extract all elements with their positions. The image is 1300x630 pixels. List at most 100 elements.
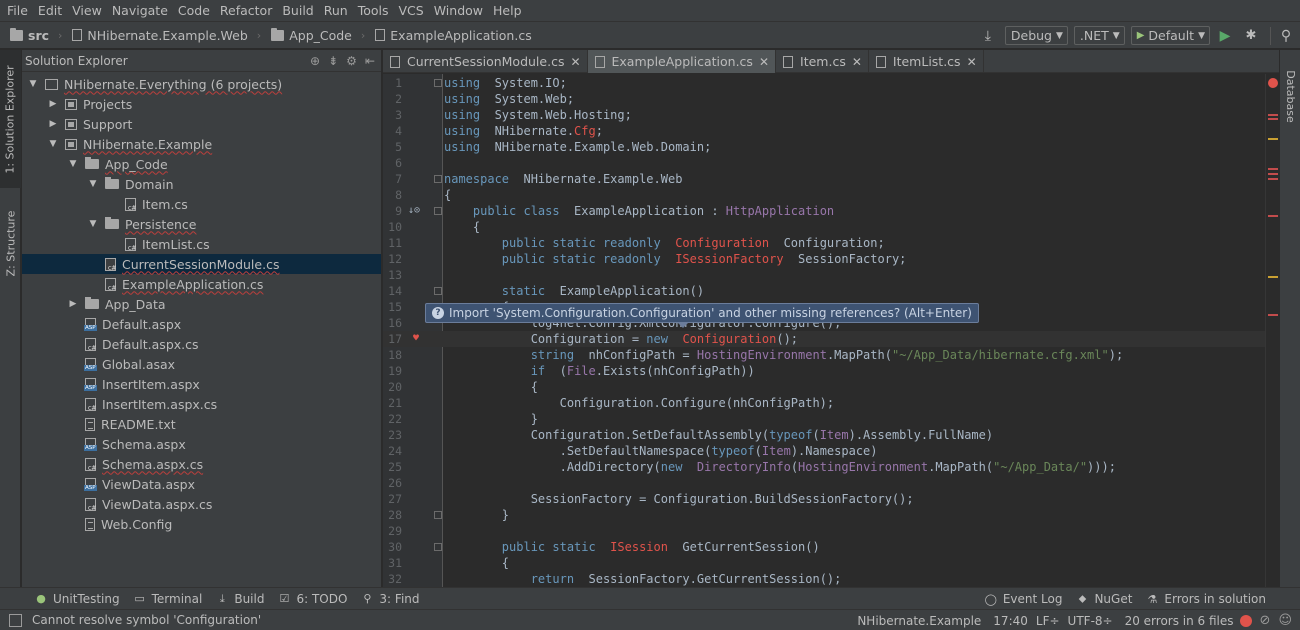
fold-marker-icon[interactable] <box>434 79 442 87</box>
code-line[interactable]: 6 <box>383 155 1279 171</box>
tree-item[interactable]: InsertItem.aspx.cs <box>22 394 381 414</box>
code-line[interactable]: 24 .SetDefaultNamespace(typeof(Item).Nam… <box>383 443 1279 459</box>
code-line[interactable]: 4 using NHibernate.Cfg; <box>383 123 1279 139</box>
menu-window[interactable]: Window <box>429 0 488 22</box>
inspector-icon[interactable]: ☺ <box>1278 613 1292 628</box>
fold-marker-icon[interactable] <box>434 287 442 295</box>
menu-navigate[interactable]: Navigate <box>107 0 173 22</box>
error-marker[interactable] <box>1268 173 1278 175</box>
debug-bug-icon[interactable]: ✱ <box>1240 25 1262 47</box>
code-line[interactable]: 21 Configuration.Configure(nhConfigPath)… <box>383 395 1279 411</box>
collapsed-arrow-icon[interactable]: ▶ <box>68 299 78 309</box>
tab-itemlist[interactable]: ItemList.cs ✕ <box>869 50 984 73</box>
bottom-tab-find[interactable]: ⚲ 3: Find <box>360 592 419 606</box>
menu-help[interactable]: Help <box>488 0 527 22</box>
status-caret-position[interactable]: 17:40 <box>993 614 1028 628</box>
bottom-tab-nuget[interactable]: ⬥ NuGet <box>1075 592 1133 606</box>
expanded-arrow-icon[interactable]: ▼ <box>68 159 78 169</box>
code-line[interactable]: 8{ <box>383 187 1279 203</box>
menu-code[interactable]: Code <box>173 0 215 22</box>
run-icon[interactable]: ▶ <box>1214 25 1236 47</box>
collapsed-arrow-icon[interactable]: ▶ <box>48 119 58 129</box>
configuration-dropdown[interactable]: Debug ▼ <box>1004 26 1068 45</box>
tree-item[interactable]: Default.aspx <box>22 314 381 334</box>
lightbulb-error-icon[interactable]: ♥ <box>413 331 419 347</box>
breadcrumb-src[interactable]: src › <box>0 22 62 49</box>
tree-item[interactable]: Global.asax <box>22 354 381 374</box>
menu-run[interactable]: Run <box>319 0 353 22</box>
build-solution-icon[interactable]: ⤓ <box>977 25 999 47</box>
warning-marker[interactable] <box>1268 276 1278 278</box>
menu-view[interactable]: View <box>67 0 107 22</box>
bottom-tab-build[interactable]: ⤓ Build <box>215 592 265 606</box>
code-line[interactable]: 18 string nhConfigPath = HostingEnvironm… <box>383 347 1279 363</box>
code-line[interactable]: 27 SessionFactory = Configuration.BuildS… <box>383 491 1279 507</box>
tree-item[interactable]: CurrentSessionModule.cs <box>22 254 381 274</box>
code-line[interactable]: 28 } <box>383 507 1279 523</box>
search-icon[interactable]: ⚲ <box>1275 25 1297 47</box>
fold-marker-icon[interactable] <box>434 207 442 215</box>
locate-icon[interactable]: ⊕ <box>310 54 320 68</box>
gear-icon[interactable]: ⚙ <box>346 54 357 68</box>
status-line-separator[interactable]: LF÷ <box>1036 614 1060 628</box>
code-line[interactable]: 17 ♥ Configuration = new Configuration(); <box>383 331 1279 347</box>
hide-panel-icon[interactable]: ⇤ <box>365 54 375 68</box>
code-line[interactable]: 7 namespace NHibernate.Example.Web <box>383 171 1279 187</box>
menu-tools[interactable]: Tools <box>353 0 394 22</box>
overridden-by-icon[interactable]: ↓⊙ <box>408 203 420 219</box>
fold-marker-icon[interactable] <box>434 175 442 183</box>
error-marker[interactable] <box>1268 118 1278 120</box>
code-line[interactable]: 20 { <box>383 379 1279 395</box>
code-line[interactable]: 1 using System.IO; <box>383 75 1279 91</box>
status-project[interactable]: NHibernate.Example <box>857 614 981 628</box>
breadcrumb-file[interactable]: ExampleApplication.cs <box>365 22 532 49</box>
expanded-arrow-icon[interactable]: ▼ <box>28 79 38 89</box>
framework-dropdown[interactable]: .NET ▼ <box>1073 26 1125 45</box>
code-line[interactable]: 2 using System.Web; <box>383 91 1279 107</box>
tree-item[interactable]: Schema.aspx.cs <box>22 454 381 474</box>
tool-tab-solution-explorer[interactable]: 1: Solution Explorer <box>0 50 21 188</box>
code-line[interactable]: 25 .AddDirectory(new DirectoryInfo(Hosti… <box>383 459 1279 475</box>
bottom-tab-event-log[interactable]: ◯ Event Log <box>984 592 1063 606</box>
tree-item[interactable]: ▼ NHibernate.Everything (6 projects) <box>22 74 381 94</box>
code-line[interactable]: 30 public static ISession GetCurrentSess… <box>383 539 1279 555</box>
error-marker[interactable] <box>1268 168 1278 170</box>
tree-item[interactable]: ▼ NHibernate.Example <box>22 134 381 154</box>
tree-item[interactable]: Schema.aspx <box>22 434 381 454</box>
tree-item[interactable]: ▼ App_Code <box>22 154 381 174</box>
expanded-arrow-icon[interactable]: ▼ <box>88 219 98 229</box>
tree-item[interactable]: ▼ Domain <box>22 174 381 194</box>
error-stripe[interactable] <box>1265 74 1279 587</box>
tool-tab-structure[interactable]: Z: Structure <box>0 200 21 286</box>
breadcrumb-app-code[interactable]: App_Code › <box>261 22 365 49</box>
code-line[interactable]: 13 <box>383 267 1279 283</box>
menu-vcs[interactable]: VCS <box>394 0 429 22</box>
close-icon[interactable]: ✕ <box>759 55 769 69</box>
code-line[interactable]: 29 <box>383 523 1279 539</box>
toggle-tool-windows-icon[interactable] <box>9 613 22 627</box>
menu-file[interactable]: File <box>2 0 33 22</box>
run-config-dropdown[interactable]: ▶ Default ▼ <box>1130 26 1210 45</box>
error-marker[interactable] <box>1268 314 1278 316</box>
tree-item[interactable]: Item.cs <box>22 194 381 214</box>
code-line[interactable]: 9 ↓⊙ public class ExampleApplication : Ht… <box>383 203 1279 219</box>
menu-refactor[interactable]: Refactor <box>215 0 277 22</box>
code-line[interactable]: 11 public static readonly Configuration … <box>383 235 1279 251</box>
tab-item[interactable]: Item.cs ✕ <box>776 50 869 73</box>
code-line[interactable]: 31 { <box>383 555 1279 571</box>
error-status-icon[interactable] <box>1268 78 1278 88</box>
tree-item[interactable]: ViewData.aspx <box>22 474 381 494</box>
tab-exampleapplication[interactable]: ExampleApplication.cs ✕ <box>587 50 777 73</box>
tree-item[interactable]: Web.Config <box>22 514 381 534</box>
code-line[interactable]: 22 } <box>383 411 1279 427</box>
tree-item[interactable]: ExampleApplication.cs <box>22 274 381 294</box>
error-marker[interactable] <box>1268 114 1278 116</box>
fold-marker-icon[interactable] <box>434 543 442 551</box>
expanded-arrow-icon[interactable]: ▼ <box>88 179 98 189</box>
tree-item[interactable]: README.txt <box>22 414 381 434</box>
tree-item[interactable]: ▶ App_Data <box>22 294 381 314</box>
bottom-tab-unittesting[interactable]: ● UnitTesting <box>34 592 119 606</box>
menu-build[interactable]: Build <box>277 0 318 22</box>
code-line[interactable]: 10 { <box>383 219 1279 235</box>
import-hint-tooltip[interactable]: ? Import 'System.Configuration.Configura… <box>425 303 979 323</box>
